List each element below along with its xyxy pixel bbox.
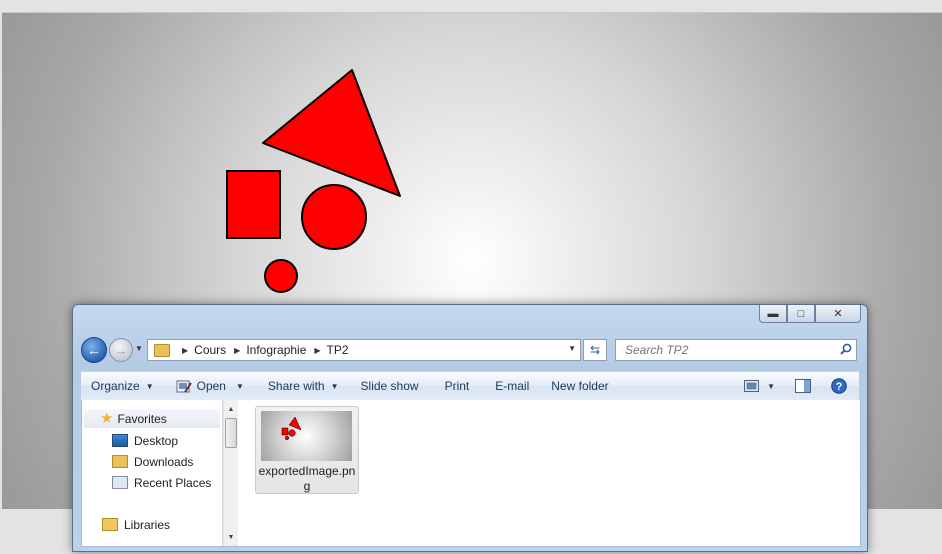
new-folder-button[interactable]: New folder [537,372,616,400]
recent-pages-button[interactable]: ▼ [135,344,143,353]
scroll-up-icon[interactable]: ▲ [224,402,238,416]
chevron-down-icon: ▼ [145,381,154,391]
preview-pane-icon [795,379,811,393]
chevron-down-icon: ▼ [235,381,244,391]
organize-button[interactable]: Organize ▼ [81,372,162,400]
chevron-down-icon: ▼ [135,344,143,353]
nav-recent-places[interactable]: Recent Places [82,473,211,492]
maximize-icon: □ [797,307,805,320]
breadcrumb-item[interactable]: TP2 [327,343,349,357]
chevron-down-icon: ▼ [330,381,339,391]
nav-scrollbar[interactable]: ▲ ▼ [223,400,238,546]
caption-buttons: ▬ □ ✕ [759,305,861,323]
file-thumbnail [261,411,352,461]
help-button[interactable]: ? [821,372,859,400]
nav-libraries[interactable]: Libraries [82,515,170,534]
chevron-down-icon: ▼ [767,381,775,391]
view-options-button[interactable]: ▼ [767,372,781,400]
chevron-right-icon[interactable]: ▶ [182,346,188,355]
organize-label: Organize [91,379,140,393]
nav-recent-places-label: Recent Places [134,475,212,490]
refresh-button[interactable]: ⇆ [583,339,607,361]
thumbnail-shapes [281,416,302,441]
nav-downloads-label: Downloads [134,454,194,469]
share-with-label: Share with [267,379,325,393]
navigation-row: ← → ▼ ▶ Cours ▶ Infographie ▶ TP2 ▼ ⇆ [81,337,859,363]
preview-pane-button[interactable] [781,372,821,400]
scroll-down-icon[interactable]: ▼ [224,530,238,544]
change-view-button[interactable] [736,372,767,400]
view-icon [744,380,760,392]
explorer-content: ★ Favorites Desktop Downloads Recent Pla… [81,400,861,547]
breadcrumb-item[interactable]: Cours [194,343,226,357]
email-label: E-mail [495,379,530,393]
nav-favorites[interactable]: ★ Favorites [84,409,220,428]
red-circle-small[interactable] [264,259,298,293]
address-dropdown-icon[interactable]: ▼ [568,344,576,353]
arrow-left-icon: ← [87,342,101,358]
slide-show-label: Slide show [360,379,419,393]
address-bar[interactable]: ▶ Cours ▶ Infographie ▶ TP2 ▼ [147,339,581,361]
arrow-right-icon: → [114,342,128,358]
command-bar: Organize ▼ Open ▼ Share with ▼ Slide sho… [81,371,859,401]
search-box[interactable] [615,339,857,361]
file-item[interactable]: exportedImage.png [255,406,359,494]
refresh-icon: ⇆ [589,343,601,357]
email-button[interactable]: E-mail [477,372,537,400]
red-rectangle[interactable] [226,170,281,239]
close-button[interactable]: ✕ [815,305,861,323]
nav-libraries-label: Libraries [124,517,171,532]
slide-show-button[interactable]: Slide show [347,372,427,400]
print-label: Print [444,379,470,393]
maximize-button[interactable]: □ [787,305,815,323]
forward-button[interactable]: → [109,338,133,362]
chevron-right-icon[interactable]: ▶ [234,346,240,355]
nav-favorites-label: Favorites [117,411,167,426]
image-viewer-icon [176,380,192,393]
new-folder-label: New folder [551,379,609,393]
desktop-icon [112,434,128,447]
chevron-right-icon[interactable]: ▶ [314,346,320,355]
nav-desktop-label: Desktop [134,433,179,448]
minimize-icon: ▬ [767,307,779,320]
folder-icon [154,343,170,357]
search-icon[interactable] [840,343,852,355]
print-button[interactable]: Print [427,372,478,400]
open-label: Open [196,379,226,393]
close-icon: ✕ [833,308,843,320]
svg-text:?: ? [836,381,843,393]
libraries-icon [102,518,118,531]
downloads-icon [112,455,128,468]
help-icon: ? [831,378,847,394]
recent-places-icon [112,476,128,489]
red-triangle[interactable] [262,69,401,197]
minimize-button[interactable]: ▬ [759,305,787,323]
back-button[interactable]: ← [81,337,107,363]
explorer-window: ▬ □ ✕ ← → ▼ ▶ Cours ▶ Infographie ▶ TP2 … [72,304,868,552]
view-controls: ▼ ? [736,372,859,400]
star-icon: ★ [100,410,114,427]
nav-desktop[interactable]: Desktop [82,431,178,450]
nav-downloads[interactable]: Downloads [82,452,193,471]
scroll-thumb[interactable] [225,418,237,448]
red-circle-large[interactable] [301,184,367,250]
file-list: exportedImage.png [238,400,860,546]
navigation-pane: ★ Favorites Desktop Downloads Recent Pla… [82,400,223,546]
open-button[interactable]: Open ▼ [162,372,252,400]
file-name: exportedImage.png [258,464,356,493]
search-input[interactable] [623,342,837,358]
share-with-button[interactable]: Share with ▼ [252,372,347,400]
breadcrumb-item[interactable]: Infographie [246,343,306,357]
